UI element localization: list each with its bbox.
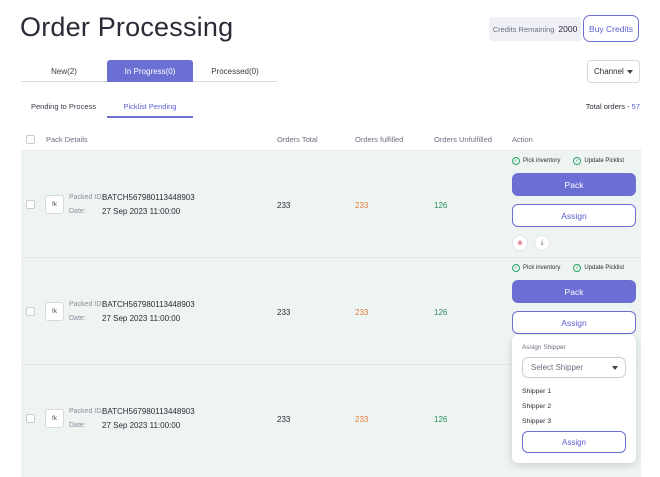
orders-fulfilled-value: 233 [355,308,369,317]
assign-button[interactable]: Assign [512,311,636,334]
packed-id-value: BATCH567980113448903 [102,193,195,202]
row-checkbox[interactable] [26,414,35,423]
update-picklist-label: Update Picklist [584,265,625,271]
cancel-circle-icon[interactable]: ⊗ [512,235,528,251]
total-orders-value: 57 [631,102,640,111]
packed-id-label: Packed ID: [69,194,104,201]
status-tabs: New(2) In Progress(0) Processed(0) [21,60,277,82]
col-orders-fulfilled: Orders fulfilled [355,135,404,144]
tab-new[interactable]: New(2) [21,60,107,82]
assign-shipper-button[interactable]: Assign [522,431,626,453]
shipper-option-2[interactable]: Shipper 2 [522,403,551,410]
channel-logo: fk [45,195,64,214]
date-value: 27 Sep 2023 11:00:00 [102,314,181,323]
assign-shipper-title: Assign Shipper [522,344,566,351]
packed-id-value: BATCH567980113448903 [102,407,195,416]
orders-unfulfilled-value: 126 [434,201,448,210]
orders-total-value: 233 [277,201,291,210]
sub-tabs: Pending to Process Picklist Pending [21,97,193,118]
date-label: Date: [69,208,86,215]
assign-shipper-dropdown: Assign Shipper Select Shipper Shipper 1 … [512,335,636,463]
action-checks: ✓ Pick inventory ✓ Update Picklist [512,157,624,165]
page-title: Order Processing [20,12,234,42]
total-orders: Total orders - 57 [586,102,640,111]
tab-processed[interactable]: Processed(0) [193,60,277,82]
credits-value: 2000 [558,24,578,34]
orders-unfulfilled-value: 126 [434,308,448,317]
col-orders-total: Orders Total [277,135,318,144]
order-processing-page: Order Processing Credits Remaining 2000 … [0,0,660,477]
check-circle-icon: ✓ [573,157,582,165]
orders-fulfilled-value: 233 [355,415,369,424]
orders-total-value: 233 [277,308,291,317]
row-checkbox[interactable] [26,307,35,316]
date-label: Date: [69,422,86,429]
select-shipper[interactable]: Select Shipper [522,357,626,378]
packed-id-value: BATCH567980113448903 [102,300,195,309]
tab-in-progress[interactable]: In Progress(0) [107,60,193,82]
col-pack-details: Pack Details [46,135,88,144]
orders-unfulfilled-value: 126 [434,415,448,424]
col-orders-unfulfilled: Orders Unfulfilled [434,135,492,144]
col-action: Action [512,135,533,144]
buy-credits-button[interactable]: Buy Credits [583,15,639,42]
orders-fulfilled-value: 233 [355,201,369,210]
pack-button[interactable]: Pack [512,173,636,196]
check-circle-icon: ✓ [573,264,582,272]
date-value: 27 Sep 2023 11:00:00 [102,421,181,430]
action-checks: ✓ Pick inventory ✓ Update Picklist [512,264,624,272]
shipper-option-3[interactable]: Shipper 3 [522,418,551,425]
subtab-picklist-pending[interactable]: Picklist Pending [107,97,193,118]
channel-select[interactable]: Channel [587,60,640,83]
select-shipper-placeholder: Select Shipper [531,363,584,372]
channel-logo: fk [45,409,64,428]
table-header: Pack Details Orders Total Orders fulfill… [21,127,641,151]
row-checkbox[interactable] [26,200,35,209]
pick-inventory-label: Pick inventory [523,158,561,164]
caret-down-icon [627,70,633,74]
packed-id-label: Packed ID: [69,301,104,308]
pack-button[interactable]: Pack [512,280,636,303]
assign-button[interactable]: Assign [512,204,636,227]
date-label: Date: [69,315,86,322]
channel-logo: fk [45,302,64,321]
subtab-pending-to-process[interactable]: Pending to Process [21,97,106,116]
caret-down-icon [612,366,618,370]
select-all-checkbox[interactable] [26,135,35,144]
date-value: 27 Sep 2023 11:00:00 [102,207,181,216]
check-circle-icon: ✓ [512,264,520,272]
check-circle-icon: ✓ [512,157,520,165]
pick-inventory-label: Pick inventory [523,265,561,271]
credits-label: Credits Remaining [492,24,555,34]
shipper-option-1[interactable]: Shipper 1 [522,388,551,395]
packed-id-label: Packed ID: [69,408,104,415]
credits-remaining-box: Credits Remaining 2000 [489,17,581,41]
update-picklist-label: Update Picklist [584,158,625,164]
total-orders-label: Total orders - [585,102,632,111]
table-row: fk Packed ID: BATCH567980113448903 Date:… [21,151,641,258]
orders-total-value: 233 [277,415,291,424]
channel-select-value: Channel [594,67,624,76]
download-icon[interactable]: ⤓ [534,235,550,251]
